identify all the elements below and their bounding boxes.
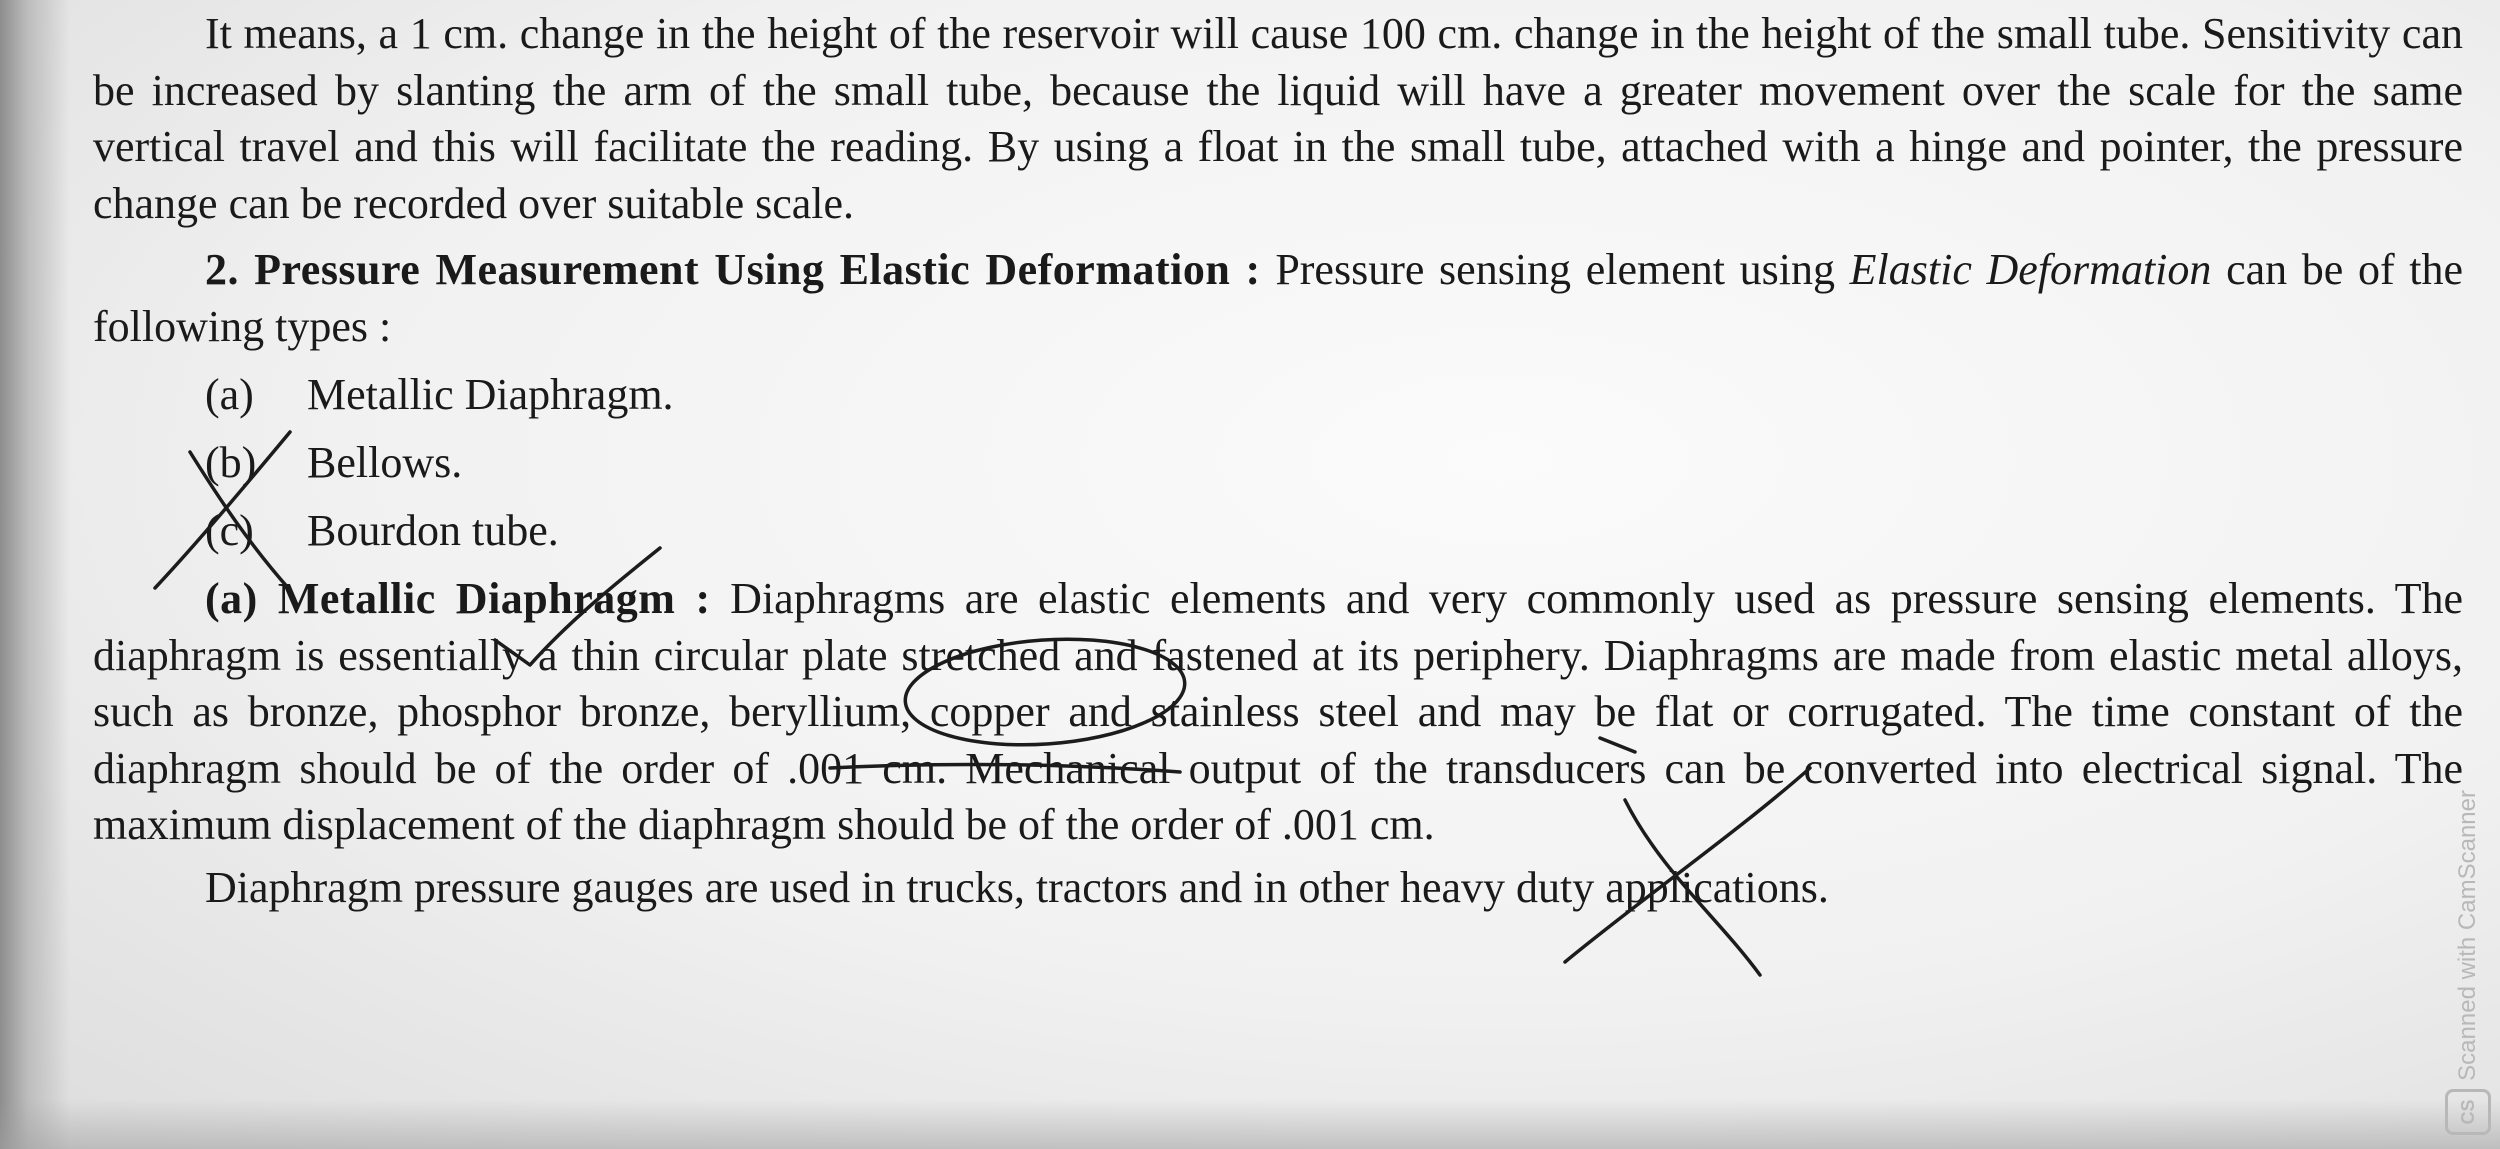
list-marker: (a) xyxy=(205,370,254,419)
list-item-label: Bellows. xyxy=(307,438,463,487)
watermark-text: Scanned with CamScanner xyxy=(2454,790,2481,1081)
subsection-a-heading: (a) Metallic Diaphragm : xyxy=(205,574,711,623)
page-edge-shadow xyxy=(0,0,70,1149)
list-item-label: Bourdon tube. xyxy=(307,506,559,555)
subsection-a-title: Metallic Diaphragm : xyxy=(277,574,711,623)
list-item-label: Metallic Diaphragm. xyxy=(307,370,674,419)
list-item: (b) Bellows. xyxy=(93,429,2463,497)
list-item: (a) Metallic Diaphragm. xyxy=(93,361,2463,429)
section-2-paragraph: 2. Pressure Measurement Using Elastic De… xyxy=(93,242,2463,355)
camscanner-logo-icon: CS xyxy=(2445,1089,2491,1135)
section-2-emphasis: Elastic Deformation xyxy=(1849,245,2212,294)
list-marker: (c) xyxy=(205,506,254,555)
list-marker: (b) xyxy=(205,438,257,487)
subsection-a-paragraph: (a) Metallic Diaphragm : Diaphragms are … xyxy=(93,571,2463,854)
paragraph-applications: Diaphragm pressure gauges are used in tr… xyxy=(205,862,1829,912)
section-2-text-before: Pressure sensing element using xyxy=(1275,245,1835,294)
types-list: (a) Metallic Diaphragm. (b) Bellows. (c)… xyxy=(93,361,2463,565)
section-2-number: 2. xyxy=(205,245,239,294)
scanner-watermark: Scanned with CamScanner CS xyxy=(2442,790,2494,1135)
paragraph-intro: It means, a 1 cm. change in the height o… xyxy=(93,9,2463,228)
document-body: It means, a 1 cm. change in the height o… xyxy=(93,6,2463,916)
subsection-a-label: (a) xyxy=(205,574,258,623)
section-2-heading: 2. Pressure Measurement Using Elastic De… xyxy=(205,245,1261,294)
page-bottom-shadow xyxy=(0,1099,2500,1149)
scanned-page: It means, a 1 cm. change in the height o… xyxy=(0,0,2500,1149)
list-item: (c) Bourdon tube. xyxy=(93,497,2463,565)
section-2-title: Pressure Measurement Using Elastic Defor… xyxy=(254,245,1261,294)
